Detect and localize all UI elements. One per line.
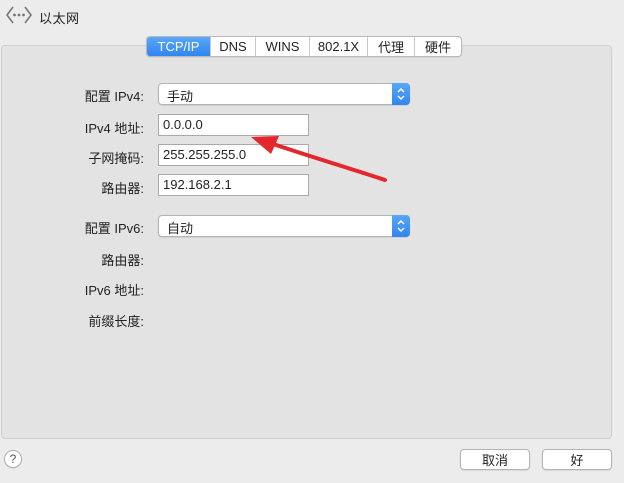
tab-tcpip[interactable]: TCP/IP bbox=[147, 37, 210, 56]
configure-ipv6-value: 自动 bbox=[167, 221, 194, 236]
network-settings-window: 以太网 TCP/IP DNS WINS 802.1X 代理 硬件 配置 IPv4… bbox=[0, 0, 624, 483]
configure-ipv4-select[interactable]: 手动 bbox=[158, 83, 410, 105]
configure-ipv6-label: 配置 IPv6: bbox=[84, 221, 144, 236]
ipv4-address-label: IPv4 地址: bbox=[84, 121, 144, 136]
tab-bar: TCP/IP DNS WINS 802.1X 代理 硬件 bbox=[146, 36, 462, 57]
tab-8021x[interactable]: 802.1X bbox=[309, 37, 367, 56]
subnet-mask-label: 子网掩码: bbox=[88, 151, 144, 166]
ok-button[interactable]: 好 bbox=[542, 449, 612, 470]
configure-ipv4-label: 配置 IPv4: bbox=[84, 89, 144, 104]
ipv4-router-label: 路由器: bbox=[101, 181, 144, 196]
prefix-length-label: 前缀长度: bbox=[88, 314, 144, 329]
ipv6-address-label: IPv6 地址: bbox=[84, 283, 144, 298]
chevron-updown-icon bbox=[392, 83, 410, 105]
ethernet-icon bbox=[6, 6, 32, 24]
cancel-button[interactable]: 取消 bbox=[460, 449, 530, 470]
ipv6-router-label: 路由器: bbox=[101, 253, 144, 268]
title-bar: 以太网 bbox=[0, 0, 624, 32]
configure-ipv4-value: 手动 bbox=[167, 89, 194, 104]
help-button[interactable]: ? bbox=[4, 450, 22, 468]
window-title: 以太网 bbox=[39, 11, 80, 26]
chevron-updown-icon bbox=[392, 215, 410, 237]
tab-dns[interactable]: DNS bbox=[210, 37, 255, 56]
red-arrow-annotation bbox=[251, 136, 387, 182]
configure-ipv6-select[interactable]: 自动 bbox=[158, 215, 410, 237]
tab-wins[interactable]: WINS bbox=[255, 37, 309, 56]
tab-hardware[interactable]: 硬件 bbox=[414, 37, 461, 56]
tab-proxy[interactable]: 代理 bbox=[367, 37, 414, 56]
